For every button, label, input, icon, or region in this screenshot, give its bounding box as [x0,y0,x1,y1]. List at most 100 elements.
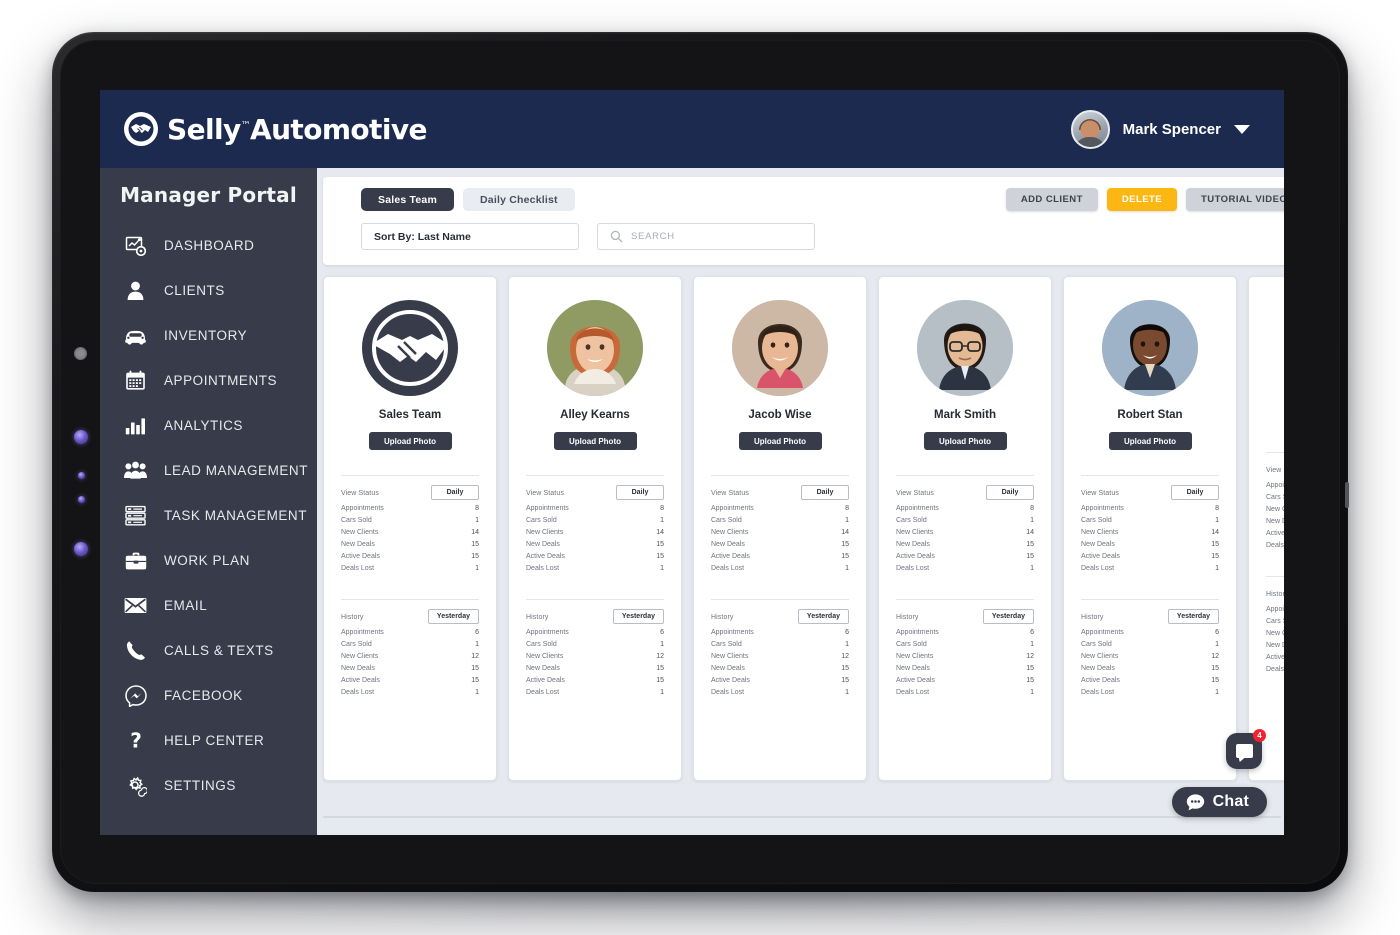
card-divider [711,599,849,600]
stat-row: Cars Sold 1 [711,514,849,526]
sidebar-item-inventory[interactable]: INVENTORY [100,313,317,358]
daily-period-select[interactable]: Daily [616,485,664,500]
stat-label: Cars Sold [526,641,557,648]
stat-value: 15 [1211,553,1219,560]
stat-row: Deals Lost1 [1266,539,1284,551]
tab-sales-team[interactable]: Sales Team [361,188,455,211]
sidebar-item-label: WORK PLAN [164,553,250,568]
stat-value: 1 [845,641,849,648]
stat-value: 6 [660,629,664,636]
stat-label: Deals Lost [341,689,375,696]
person-card[interactable]: Sales Team Upload Photo View Status Dail… [323,276,497,781]
card-divider [526,599,664,600]
tablet-screen: Selly™Automotive Mark Spencer Manager Po… [100,90,1284,835]
sidebar-item-clients[interactable]: CLIENTS [100,268,317,313]
calendar-icon [123,368,148,393]
history-period-select[interactable]: Yesterday [612,609,664,624]
stat-row: New Clients 14 [711,526,849,538]
daily-stats-block: View Status Daily Appointments 8 Cars Sol… [1079,485,1221,574]
sidebar-item-task-management[interactable]: TASK MANAGEMENT [100,493,317,538]
stat-value: 15 [1026,665,1034,672]
sort-by-select[interactable]: Sort By: Last Name [361,223,579,250]
stat-row: Active Deals 15 [896,550,1034,562]
stat-value: 15 [656,553,664,560]
add-client-button[interactable]: ADD CLIENT [1005,188,1098,211]
stat-value: 1 [475,689,479,696]
chat-button[interactable]: Chat [1171,787,1267,817]
stat-label: Deals Lost [1266,542,1284,549]
chat-label: Chat [1212,793,1249,810]
stat-row: New Deals 15 [341,662,479,674]
sidebar-item-calls-texts[interactable]: CALLS & TEXTS [100,628,317,673]
chevron-down-icon[interactable] [1234,124,1250,134]
stat-row: Deals Lost1 [711,686,849,698]
app-header: Selly™Automotive Mark Spencer [100,90,1284,168]
sidebar-item-help-center[interactable]: ? HELP CENTER [100,718,317,763]
history-period-select[interactable]: Yesterday [427,609,479,624]
person-card[interactable]: Upload Photo View Status Daily Appointme… [1248,276,1284,781]
stat-row: Deals Lost1 [896,562,1034,574]
user-menu[interactable]: Mark Spencer [1070,109,1250,149]
sales-team-card-list[interactable]: Sales Team Upload Photo View Status Dail… [323,276,1284,788]
stat-value: 1 [660,641,664,648]
stat-label: New Clients [1266,506,1284,513]
daily-stats-block: View Status Daily Appointments 8 Cars Sol… [339,485,481,574]
person-card[interactable]: Jacob Wise Upload Photo View Status Dail… [693,276,867,781]
stat-row: Deals Lost1 [896,686,1034,698]
stat-value: 8 [1030,505,1034,512]
daily-period-select[interactable]: Daily [986,485,1034,500]
sidebar-item-email[interactable]: EMAIL [100,583,317,628]
chat-unread-badge: 4 [1253,729,1266,742]
stat-label: Active Deals [711,553,750,560]
stat-label: Deals Lost [526,689,560,696]
upload-photo-button[interactable]: Upload Photo [923,432,1007,450]
sidebar-item-dashboard[interactable]: DASHBOARD [100,223,317,268]
upload-photo-button[interactable]: Upload Photo [368,432,452,450]
sidebar-item-work-plan[interactable]: WORK PLAN [100,538,317,583]
stat-row: Cars Sold 1 [711,638,849,650]
stat-label: New Deals [1266,642,1284,649]
upload-photo-button[interactable]: Upload Photo [553,432,637,450]
person-card[interactable]: Alley Kearns Upload Photo View Status Da… [508,276,682,781]
tutorial-videos-button[interactable]: TUTORIAL VIDEOS [1186,188,1284,211]
upload-photo-button[interactable]: Upload Photo [738,432,822,450]
tab-daily-checklist[interactable]: Daily Checklist [463,188,575,211]
power-button[interactable] [1345,482,1349,508]
person-card[interactable]: Robert Stan Upload Photo View Status Dai… [1063,276,1237,781]
stat-value: 14 [1026,529,1034,536]
daily-period-select[interactable]: Daily [1171,485,1219,500]
history-period-select[interactable]: Yesterday [982,609,1034,624]
stat-row: Appointments 8 [341,502,479,514]
stat-label: Deals Lost [896,689,930,696]
search-input[interactable]: SEARCH [597,223,815,250]
stat-label: Deals Lost [711,565,745,572]
upload-photo-button[interactable]: Upload Photo [1108,432,1192,450]
sidebar-item-lead-management[interactable]: LEAD MANAGEMENT [100,448,317,493]
stat-label: Cars Sold [341,641,372,648]
daily-period-select[interactable]: Daily [801,485,849,500]
sidebar-item-facebook[interactable]: FACEBOOK [100,673,317,718]
stat-row: New Deals 15 [1081,538,1219,550]
stat-row: New Clients 12 [341,650,479,662]
delete-button[interactable]: DELETE [1106,188,1178,211]
horizontal-scrollbar[interactable] [323,814,1281,821]
history-period-select[interactable]: Yesterday [1167,609,1219,624]
daily-period-select[interactable]: Daily [431,485,479,500]
stat-label: New Deals [1266,518,1284,525]
sidebar-item-appointments[interactable]: APPOINTMENTS [100,358,317,403]
stat-row: New Deals 15 [896,538,1034,550]
brand-logo[interactable]: Selly™Automotive [124,112,427,146]
handshake-logo-avatar [362,300,458,396]
person-card[interactable]: Mark Smith Upload Photo View Status Dail… [878,276,1052,781]
sidebar-item-settings[interactable]: SETTINGS [100,763,317,808]
stat-label: Active Deals [1266,654,1284,661]
card-divider [896,475,1034,476]
scrollbar-track[interactable] [323,816,1281,818]
stat-value: 15 [1026,541,1034,548]
chat-launcher-button[interactable]: 4 [1226,729,1266,769]
sidebar-item-analytics[interactable]: ANALYTICS [100,403,317,448]
history-period-select[interactable]: Yesterday [797,609,849,624]
stat-label: New Deals [341,541,375,548]
stat-label: Appointments [341,629,384,636]
stat-row: Cars Sold 1 [526,638,664,650]
